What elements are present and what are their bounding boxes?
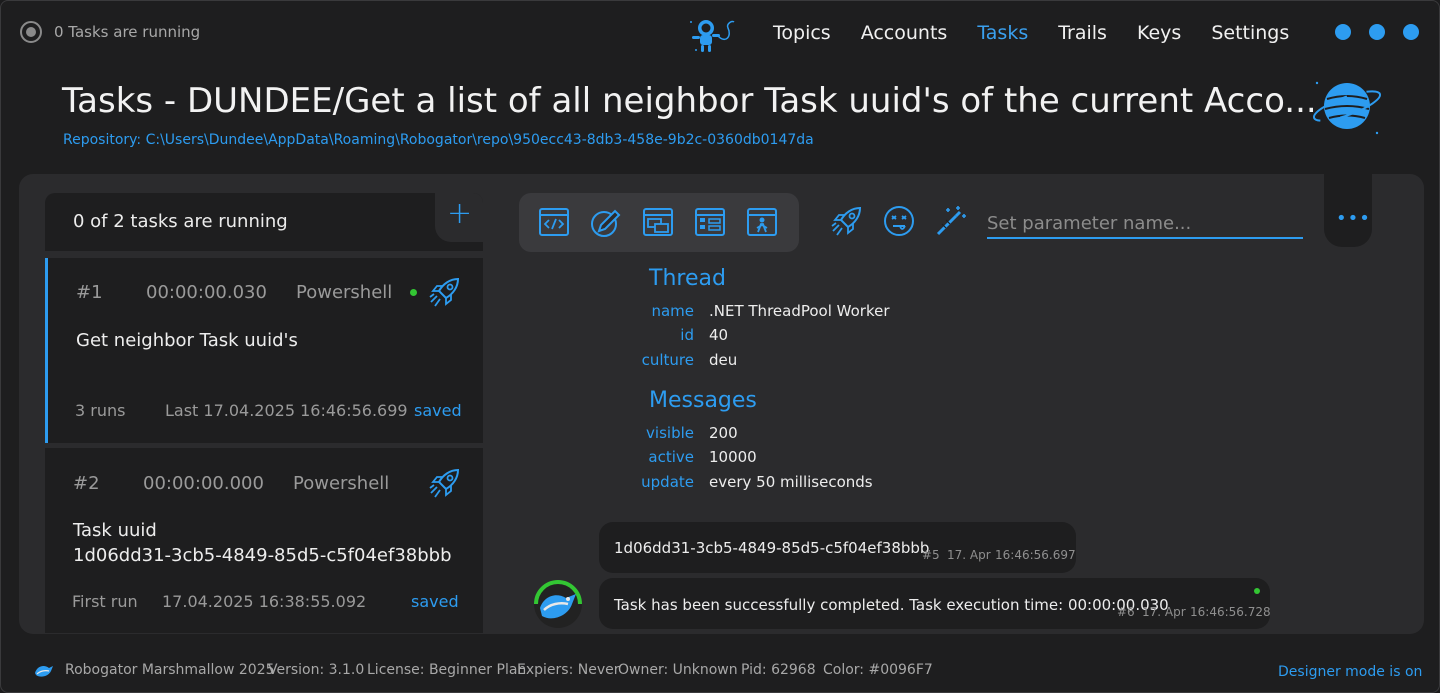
task-last-run: 17.04.2025 16:38:55.092 — [162, 592, 367, 611]
thread-key-name: name — [651, 302, 694, 320]
messages-value-update: every 50 milliseconds — [709, 473, 873, 491]
add-task-tab: + — [435, 193, 483, 242]
close-button[interactable] — [1403, 24, 1419, 40]
nav-settings[interactable]: Settings — [1211, 22, 1289, 44]
task-card-2[interactable]: #2 00:00:00.000 Powershell Task uuid 1d0… — [45, 448, 483, 633]
message-time: 16:46:56.697 — [995, 548, 1076, 562]
task-name: Get neighbor Task uuid's — [76, 330, 298, 351]
messages-key-update: update — [641, 473, 694, 491]
footer-owner: Owner: Unknown — [618, 662, 738, 678]
thread-key-id: id — [680, 326, 694, 344]
footer-product: Robogator Marshmallow 2025 — [65, 662, 275, 678]
task-saved-status: saved — [414, 401, 462, 420]
add-task-button[interactable]: + — [447, 199, 472, 229]
message-text: Task has been successfully completed. Ta… — [614, 596, 1169, 614]
more-tab: ••• — [1324, 171, 1372, 247]
robogator-logo-icon — [35, 665, 53, 677]
rocket-icon[interactable] — [428, 466, 462, 500]
messages-value-visible: 200 — [709, 424, 738, 442]
thread-value-culture: deu — [709, 351, 738, 369]
nav-keys[interactable]: Keys — [1137, 22, 1181, 44]
main-panel: 0 of 2 tasks are running + #1 00:00:00.0… — [19, 171, 1424, 634]
designer-mode-link[interactable]: Designer mode is on — [1278, 664, 1422, 680]
message-text: 1d06dd31-3cb5-4849-85d5-c5f04ef38bbb — [614, 539, 930, 557]
nav-tasks[interactable]: Tasks — [977, 22, 1028, 44]
face-icon[interactable] — [882, 204, 916, 238]
minimize-button[interactable] — [1335, 24, 1351, 40]
thread-value-id: 40 — [709, 326, 729, 344]
robogator-avatar — [534, 580, 582, 628]
footer-color: Color: #0096F7 — [823, 662, 933, 678]
task-saved-status: saved — [411, 592, 459, 611]
rocket-icon[interactable] — [830, 204, 864, 238]
tasks-running-text: 0 of 2 tasks are running — [73, 211, 288, 232]
task-elapsed: 00:00:00.000 — [143, 473, 264, 494]
message-date: 17. Apr — [1142, 605, 1186, 619]
astronaut-logo-icon[interactable] — [688, 14, 736, 54]
thread-heading: Thread — [649, 266, 726, 291]
live-indicator — [410, 289, 417, 296]
repository-link[interactable]: Repository: C:\Users\Dundee\AppData\Roam… — [63, 132, 814, 148]
maximize-button[interactable] — [1369, 24, 1385, 40]
messages-value-active: 10000 — [709, 448, 757, 466]
thread-key-culture: culture — [641, 351, 694, 369]
message-date: 17. Apr — [947, 548, 991, 562]
tasks-running-header: 0 of 2 tasks are running + — [45, 193, 483, 251]
task-language: Powershell — [293, 473, 390, 494]
running-status-icon — [20, 21, 42, 43]
running-status-text: 0 Tasks are running — [54, 23, 201, 41]
task-elapsed: 00:00:00.030 — [146, 282, 267, 303]
live-indicator — [1254, 588, 1260, 594]
windows-icon[interactable] — [641, 205, 675, 239]
task-card-1[interactable]: #1 00:00:00.030 Powershell Get neighbor … — [45, 258, 483, 443]
parameter-name-input[interactable] — [987, 209, 1303, 239]
task-last-run: Last 17.04.2025 16:46:56.699 — [165, 401, 408, 420]
task-runs: First run — [72, 592, 138, 611]
thread-value-name: .NET ThreadPool Worker — [709, 302, 890, 320]
message-number: #5 — [922, 548, 940, 562]
task-name-line1: Task uuid — [73, 520, 157, 541]
messages-heading: Messages — [649, 388, 757, 413]
main-nav: Topics Accounts Tasks Trails Keys Settin… — [773, 22, 1319, 44]
messages-key-active: active — [648, 448, 694, 466]
task-name-line2: 1d06dd31-3cb5-4849-85d5-c5f04ef38bbb — [73, 545, 452, 566]
footer-pid: Pid: 62968 — [741, 662, 816, 678]
message-time: 16:46:56.728 — [1190, 605, 1271, 619]
edit-icon[interactable] — [589, 205, 623, 239]
rocket-icon[interactable] — [428, 275, 462, 309]
editor-toolbar — [519, 193, 799, 252]
task-number: #1 — [76, 282, 103, 303]
magic-wand-icon[interactable] — [934, 204, 968, 238]
code-icon[interactable] — [537, 205, 571, 239]
layout-icon[interactable] — [693, 205, 727, 239]
task-language: Powershell — [296, 282, 393, 303]
task-runs: 3 runs — [75, 401, 126, 420]
planet-icon — [1312, 81, 1382, 135]
app-window: 0 Tasks are running Topics Accounts Task… — [0, 0, 1440, 693]
footer-version: Version: 3.1.0 — [268, 662, 365, 678]
message-bubble[interactable]: 1d06dd31-3cb5-4849-85d5-c5f04ef38bbb #5 … — [599, 522, 1076, 573]
task-number: #2 — [73, 473, 100, 494]
message-bubble[interactable]: Task has been successfully completed. Ta… — [599, 578, 1271, 629]
status-footer: Robogator Marshmallow 2025 Version: 3.1.… — [1, 656, 1439, 686]
person-icon[interactable] — [745, 205, 779, 239]
message-number: #6 — [1117, 605, 1135, 619]
page-title: Tasks - DUNDEE/Get a list of all neighbo… — [62, 81, 1317, 121]
footer-expires: Expiers: Never — [517, 662, 620, 678]
footer-license: License: Beginner Plan — [367, 662, 527, 678]
nav-topics[interactable]: Topics — [773, 22, 831, 44]
nav-trails[interactable]: Trails — [1058, 22, 1107, 44]
nav-accounts[interactable]: Accounts — [861, 22, 948, 44]
more-options-button[interactable]: ••• — [1336, 210, 1371, 228]
messages-key-visible: visible — [646, 424, 694, 442]
window-controls — [1335, 24, 1437, 40]
